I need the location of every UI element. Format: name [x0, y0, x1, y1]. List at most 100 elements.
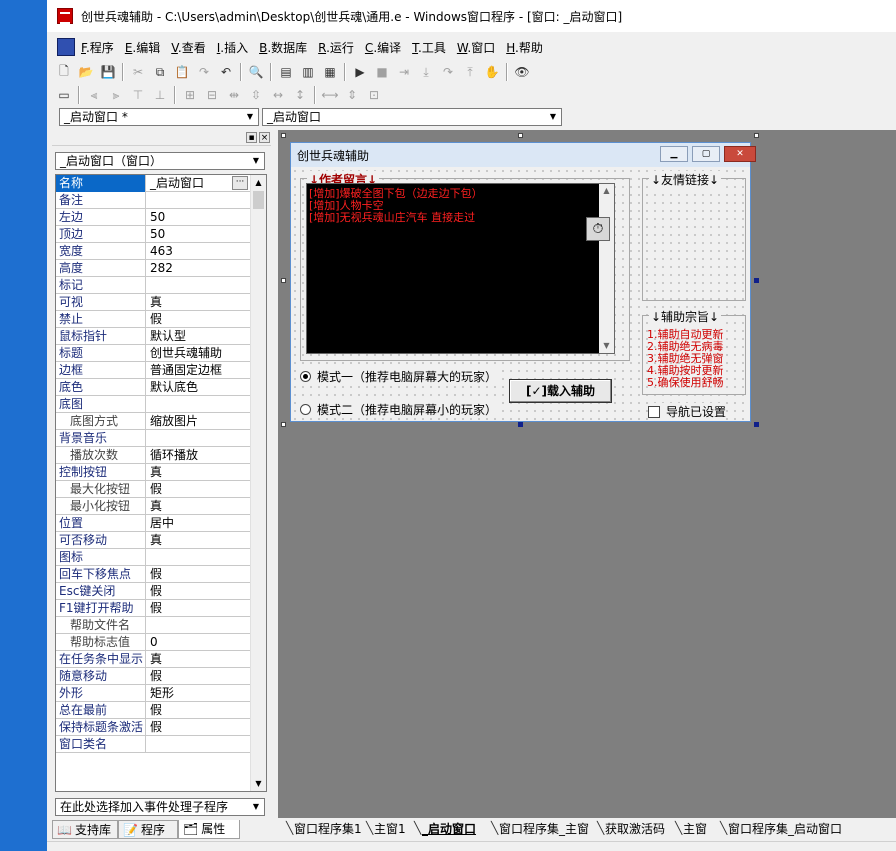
property-value[interactable]: 50: [147, 209, 250, 226]
resize-handle[interactable]: [754, 133, 759, 138]
property-value[interactable]: 假: [147, 481, 250, 498]
property-row[interactable]: 背景音乐: [56, 430, 250, 447]
layout2-icon[interactable]: ▥: [297, 62, 319, 82]
chevron-down-icon[interactable]: ▼: [546, 110, 560, 124]
doc-tab-2[interactable]: _启动窗口: [418, 821, 480, 839]
space-v-icon[interactable]: ↕: [289, 85, 311, 105]
property-row[interactable]: 底色 默认底色: [56, 379, 250, 396]
step-icon[interactable]: ⇥: [393, 62, 415, 82]
property-row[interactable]: 保持标题条激活假: [56, 719, 250, 736]
property-value[interactable]: 居中: [147, 515, 250, 532]
align-top-icon[interactable]: ⊤: [127, 85, 149, 105]
doc-tab-5[interactable]: 主窗: [679, 821, 711, 839]
window-selector-combo[interactable]: _启动窗口 * ▼: [59, 108, 259, 126]
menu-item-7[interactable]: T.工具: [412, 39, 446, 56]
menu-item-1[interactable]: E.编辑: [125, 39, 160, 56]
property-row[interactable]: 最大化按钮假: [56, 481, 250, 498]
doc-tab-6[interactable]: 窗口程序集_启动窗口: [724, 821, 846, 839]
property-row[interactable]: 顶边 50: [56, 226, 250, 243]
scroll-up-icon[interactable]: ▲: [251, 175, 266, 190]
resize-handle[interactable]: [281, 422, 286, 427]
title-bar[interactable]: 创世兵魂辅助 - C:\Users\admin\Desktop\创世兵魂\通用.…: [47, 0, 896, 32]
step-out-icon[interactable]: ⤒: [459, 62, 481, 82]
cut-icon[interactable]: ✂: [127, 62, 149, 82]
menu-item-6[interactable]: C.编译: [365, 39, 401, 56]
property-value[interactable]: 50: [147, 226, 250, 243]
paste-icon[interactable]: 📋: [171, 62, 193, 82]
property-row[interactable]: 位置 居中: [56, 515, 250, 532]
property-row[interactable]: 总在最前假: [56, 702, 250, 719]
resize-handle[interactable]: [518, 422, 523, 427]
property-row[interactable]: 高度 282: [56, 260, 250, 277]
message-box[interactable]: ▲ ▼ ⏱ [增加]爆破全图下包（边走边下包） [增加]人物卡空 [增加]无视兵魂山…: [306, 183, 615, 354]
property-value[interactable]: 真: [147, 651, 250, 668]
object-combo[interactable]: _启动窗口（窗口） ▼: [55, 152, 265, 170]
chevron-down-icon[interactable]: ▼: [249, 154, 263, 168]
resize-handle[interactable]: [754, 422, 759, 427]
binoculars-icon[interactable]: 👁: [511, 62, 533, 82]
nav-set-checkbox[interactable]: 导航已设置: [648, 403, 727, 420]
property-value[interactable]: 282: [147, 260, 250, 277]
step-over-icon[interactable]: ↷: [437, 62, 459, 82]
step-into-icon[interactable]: ⤓: [415, 62, 437, 82]
property-row[interactable]: 帮助文件名: [56, 617, 250, 634]
property-row[interactable]: 最小化按钮真: [56, 498, 250, 515]
scroll-up-icon[interactable]: ▲: [599, 184, 614, 198]
property-value[interactable]: [147, 549, 250, 566]
property-value[interactable]: [147, 192, 250, 209]
property-value[interactable]: 假: [147, 311, 250, 328]
property-row[interactable]: 标记: [56, 277, 250, 294]
property-row[interactable]: 底图: [56, 396, 250, 413]
property-value[interactable]: 假: [147, 702, 250, 719]
property-value[interactable]: 缩放图片: [147, 413, 250, 430]
property-row[interactable]: 随意移动假: [56, 668, 250, 685]
mode-one-radio[interactable]: 模式一（推荐电脑屏幕大的玩家）: [300, 368, 498, 385]
property-value[interactable]: 创世兵魂辅助: [147, 345, 250, 362]
redo-icon[interactable]: ↷: [193, 62, 215, 82]
property-value[interactable]: 0: [147, 634, 250, 651]
scroll-down-icon[interactable]: ▼: [599, 339, 614, 353]
property-value[interactable]: 假: [147, 583, 250, 600]
property-row[interactable]: 在任务条中显示真: [56, 651, 250, 668]
panel-tab-2[interactable]: 🗂 属性: [178, 820, 240, 839]
event-combo[interactable]: 在此处选择加入事件处理子程序 ▼: [55, 798, 265, 816]
property-row[interactable]: 边框 普通固定边框: [56, 362, 250, 379]
property-row[interactable]: 图标: [56, 549, 250, 566]
resize-handle[interactable]: [281, 278, 286, 283]
property-value[interactable]: 463: [147, 243, 250, 260]
find-icon[interactable]: 🔍: [245, 62, 267, 82]
layout3-icon[interactable]: ▦: [319, 62, 341, 82]
property-value[interactable]: [147, 617, 250, 634]
scroll-down-icon[interactable]: ▼: [251, 776, 266, 791]
property-value[interactable]: 默认型: [147, 328, 250, 345]
menu-item-3[interactable]: I.插入: [217, 39, 248, 56]
property-value[interactable]: 普通固定边框: [147, 362, 250, 379]
property-row[interactable]: 可否移动真: [56, 532, 250, 549]
ellipsis-icon[interactable]: ···: [232, 176, 248, 190]
property-row[interactable]: F1键打开帮助假: [56, 600, 250, 617]
property-row[interactable]: 鼠标指针 默认型: [56, 328, 250, 345]
menu-item-9[interactable]: H.帮助: [506, 39, 543, 56]
menu-item-2[interactable]: V.查看: [171, 39, 206, 56]
property-row[interactable]: 标题 创世兵魂辅助: [56, 345, 250, 362]
doc-tab-1[interactable]: 主窗1: [370, 821, 410, 839]
minimize-icon[interactable]: ▁: [660, 146, 688, 162]
close-icon[interactable]: ×: [259, 132, 270, 143]
align-bottom-icon[interactable]: ⊥: [149, 85, 171, 105]
property-row[interactable]: 宽度 463: [56, 243, 250, 260]
form-icon[interactable]: ▭: [53, 85, 75, 105]
resize-handle[interactable]: [754, 278, 759, 283]
distribute-v-icon[interactable]: ⇳: [245, 85, 267, 105]
same-size-icon[interactable]: ⊡: [363, 85, 385, 105]
undo-icon[interactable]: ↶: [215, 62, 237, 82]
center-h-icon[interactable]: ⊞: [179, 85, 201, 105]
load-helper-button[interactable]: [✓]载入辅助: [509, 379, 612, 403]
property-value[interactable]: 真: [147, 498, 250, 515]
property-row[interactable]: 外形 矩形: [56, 685, 250, 702]
mode-two-radio[interactable]: 模式二（推荐电脑屏幕小的玩家）: [300, 401, 498, 418]
property-scrollbar[interactable]: ▲ ▼: [250, 175, 266, 791]
hand-icon[interactable]: ✋: [481, 62, 503, 82]
run-icon[interactable]: ▶: [349, 62, 371, 82]
layout1-icon[interactable]: ▤: [275, 62, 297, 82]
message-scrollbar[interactable]: ▲ ▼: [599, 184, 614, 353]
